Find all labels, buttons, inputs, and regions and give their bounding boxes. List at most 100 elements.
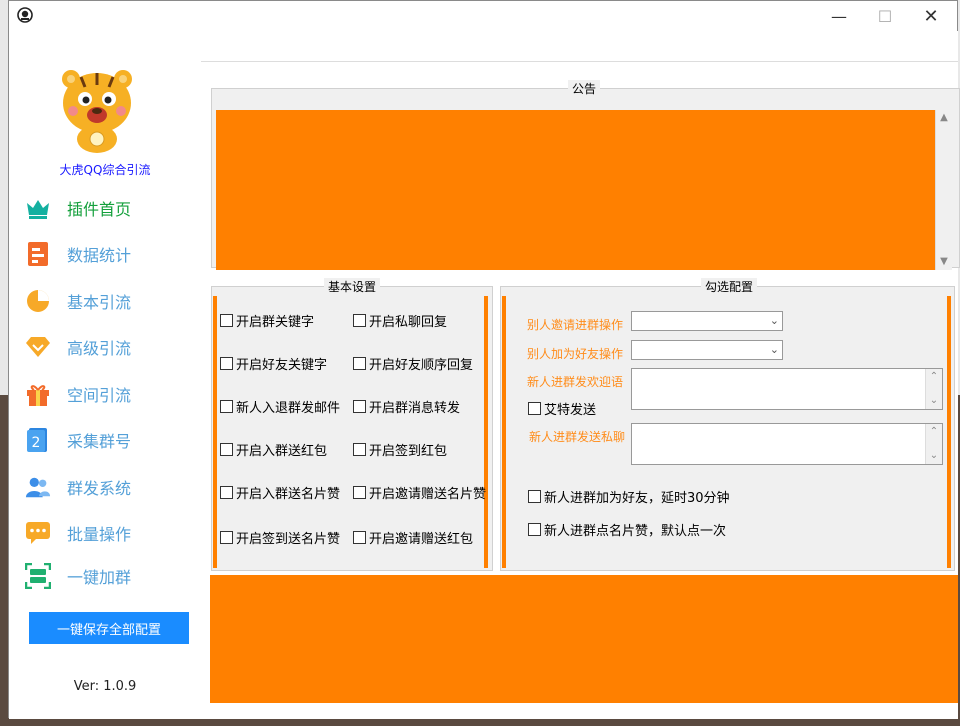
opt-msg-forward[interactable]: 开启群消息转发 <box>353 397 460 416</box>
sidebar-item-basic[interactable]: 基本引流 <box>25 284 201 318</box>
maximize-icon: ☐ <box>877 6 893 26</box>
checkbox[interactable] <box>353 486 366 499</box>
notice-scrollbar[interactable]: ▲ ▼ <box>935 110 952 270</box>
opt-group-keyword[interactable]: 开启群关键字 <box>220 311 314 330</box>
checkbox[interactable] <box>353 357 366 370</box>
checkbox[interactable] <box>220 314 233 327</box>
sidebar-item-label: 插件首页 <box>67 200 132 219</box>
check-config-group: 勾选配置 别人邀请进群操作 ⌄ 别人加为好友操作 ⌄ 新人进群发欢迎语 ⌃ ⌄ … <box>500 278 955 571</box>
like-card-checkbox[interactable]: 新人进群点名片赞，默认点一次 <box>528 520 726 539</box>
invite-label: 别人邀请进群操作 <box>527 318 624 332</box>
checkbox[interactable] <box>220 400 233 413</box>
scroll-up-icon[interactable]: ⌃ <box>926 424 942 440</box>
welcome-textarea[interactable]: ⌃ ⌄ <box>631 368 943 410</box>
private-label: 新人进群发送私聊 <box>529 430 626 444</box>
sidebar-item-label: 群发系统 <box>67 479 132 498</box>
scroll-up-icon[interactable]: ▲ <box>936 110 952 126</box>
welcome-scrollbar[interactable]: ⌃ ⌄ <box>925 369 942 409</box>
checkbox[interactable] <box>220 486 233 499</box>
report-icon <box>25 241 51 267</box>
checkbox[interactable] <box>353 443 366 456</box>
users-icon <box>25 474 51 500</box>
svg-text:2: 2 <box>32 435 41 451</box>
gift-icon <box>25 381 51 407</box>
notice-textarea[interactable] <box>216 110 935 270</box>
main-panel: 公告 ▲ ▼ 基本设置 开启群关键字 开启私聊回复 开启好友关键字 开启好友顺序… <box>201 31 960 719</box>
sidebar-item-label: 基本引流 <box>67 293 132 312</box>
sidebar-item-collect[interactable]: 2 采集群号 <box>25 423 201 457</box>
scroll-down-icon[interactable]: ▼ <box>936 254 952 270</box>
chat-bubble-icon <box>25 520 51 546</box>
minimize-icon: — <box>831 6 847 26</box>
close-button[interactable]: ✕ <box>908 1 954 31</box>
crown-icon <box>25 195 51 221</box>
notice-group: 公告 ▲ ▼ <box>211 80 960 270</box>
opt-join-leave-mail[interactable]: 新人入退群发邮件 <box>220 397 340 416</box>
bottom-banner <box>210 575 958 703</box>
opt-private-reply[interactable]: 开启私聊回复 <box>353 311 447 330</box>
sidebar-item-broadcast[interactable]: 群发系统 <box>25 470 201 504</box>
checkbox[interactable] <box>353 531 366 544</box>
checkbox[interactable] <box>353 400 366 413</box>
sidebar-item-stats[interactable]: 数据统计 <box>25 237 201 271</box>
sidebar-item-advanced[interactable]: 高级引流 <box>25 330 201 364</box>
save-all-config-button[interactable]: 一键保存全部配置 <box>29 612 189 644</box>
sidebar-item-label: 高级引流 <box>67 339 132 358</box>
checkbox[interactable] <box>220 357 233 370</box>
opt-friend-keyword[interactable]: 开启好友关键字 <box>220 354 327 373</box>
add-friend-checkbox[interactable]: 新人进群加为好友，延时30分钟 <box>528 487 730 506</box>
logo-text: 大虎QQ综合引流 <box>59 163 151 177</box>
welcome-label: 新人进群发欢迎语 <box>527 375 624 389</box>
app-icon <box>17 7 33 23</box>
invite-select[interactable]: ⌄ <box>631 311 783 331</box>
opt-signin-redpacket[interactable]: 开启签到红包 <box>353 440 447 459</box>
sidebar-item-join[interactable]: 一键加群 <box>25 559 201 593</box>
sidebar-item-label: 空间引流 <box>67 386 132 405</box>
friend-select[interactable]: ⌄ <box>631 340 783 360</box>
minimize-button[interactable]: — <box>816 1 862 31</box>
at-send-checkbox[interactable]: 艾特发送 <box>528 399 596 418</box>
private-textarea[interactable]: ⌃ ⌄ <box>631 423 943 465</box>
private-scrollbar[interactable]: ⌃ ⌄ <box>925 424 942 464</box>
checkbox[interactable] <box>220 531 233 544</box>
opt-invite-card-like[interactable]: 开启邀请赠送名片赞 <box>353 483 486 502</box>
scroll-down-icon[interactable]: ⌄ <box>926 393 942 409</box>
accent-bar <box>502 296 506 568</box>
pie-chart-icon <box>25 288 51 314</box>
friend-label: 别人加为好友操作 <box>527 347 624 361</box>
opt-signin-card-like[interactable]: 开启签到送名片赞 <box>220 528 340 547</box>
opt-join-redpacket[interactable]: 开启入群送红包 <box>220 440 327 459</box>
sidebar-item-space[interactable]: 空间引流 <box>25 377 201 411</box>
sidebar-item-batch[interactable]: 批量操作 <box>25 516 201 550</box>
app-window: — ☐ ✕ 大虎QQ综合引流 插件首页 数据统计 基本引流 高级引流 空间引流 … <box>8 0 960 719</box>
checkbox[interactable] <box>528 490 541 503</box>
scroll-up-icon[interactable]: ⌃ <box>926 369 942 385</box>
version-label: Ver: 1.0.9 <box>73 679 137 694</box>
opt-invite-redpacket[interactable]: 开启邀请赠送红包 <box>353 528 473 547</box>
divider <box>201 61 958 62</box>
chevron-down-icon: ⌄ <box>769 314 779 327</box>
checkbox[interactable] <box>528 402 541 415</box>
checkbox[interactable] <box>528 523 541 536</box>
accent-bar <box>484 296 488 568</box>
sidebar-item-label: 一键加群 <box>67 568 132 587</box>
opt-join-card-like[interactable]: 开启入群送名片赞 <box>220 483 340 502</box>
accent-bar <box>947 296 951 568</box>
basic-settings-group: 基本设置 开启群关键字 开启私聊回复 开启好友关键字 开启好友顺序回复 新人入退… <box>211 278 493 571</box>
scroll-down-icon[interactable]: ⌄ <box>926 448 942 464</box>
sidebar-item-label: 批量操作 <box>67 525 132 544</box>
sidebar-item-home[interactable]: 插件首页 <box>25 191 201 225</box>
close-icon: ✕ <box>923 5 939 27</box>
opt-friend-seq-reply[interactable]: 开启好友顺序回复 <box>353 354 473 373</box>
sidebar: 大虎QQ综合引流 插件首页 数据统计 基本引流 高级引流 空间引流 2 采集群号… <box>9 31 201 719</box>
tiger-logo <box>51 63 143 155</box>
scan-icon <box>25 563 51 589</box>
check-config-title: 勾选配置 <box>701 278 758 295</box>
number-two-icon: 2 <box>25 427 51 453</box>
maximize-button[interactable]: ☐ <box>862 1 908 31</box>
notice-title: 公告 <box>568 80 601 97</box>
accent-bar <box>213 296 217 568</box>
sidebar-item-label: 数据统计 <box>67 246 132 265</box>
checkbox[interactable] <box>220 443 233 456</box>
checkbox[interactable] <box>353 314 366 327</box>
